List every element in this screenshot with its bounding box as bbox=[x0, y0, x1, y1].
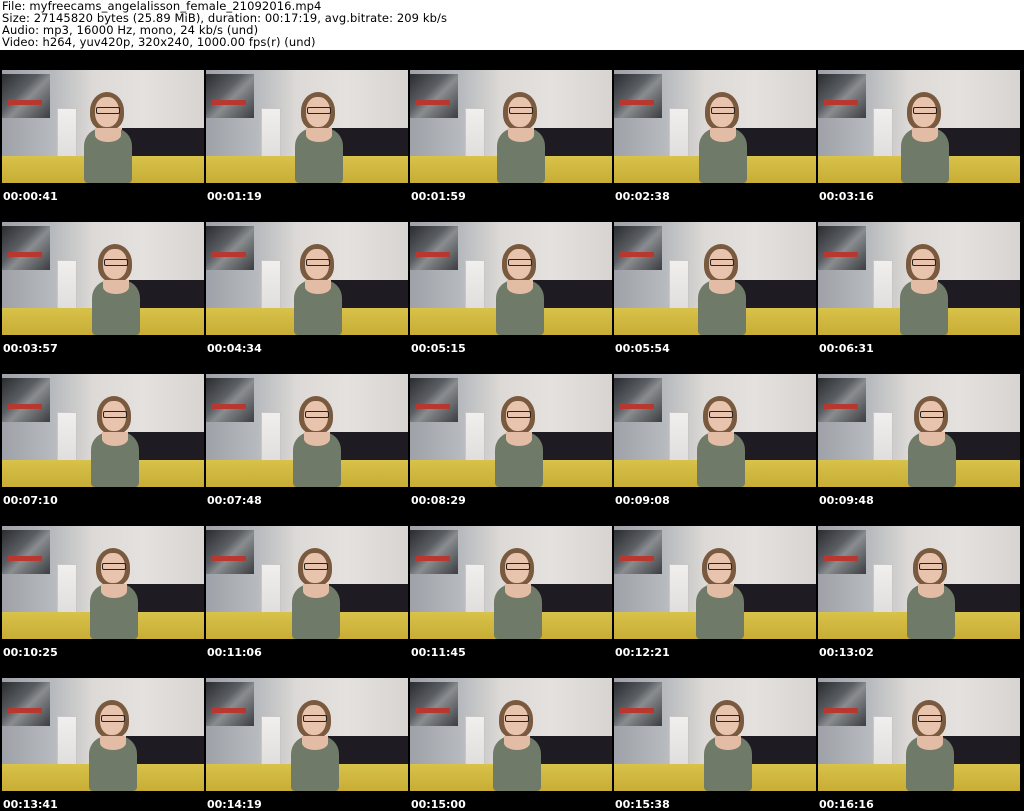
thumbnail-row: 00:10:25 00:11:06 00:11:45 00:12:21 00:13:02 bbox=[0, 506, 1024, 659]
thumbnail-cell[interactable]: 00:16:16 bbox=[816, 658, 1020, 811]
thumbnail-row: 00:07:10 00:07:48 00:08:29 00:09:08 00:09:48 bbox=[0, 354, 1024, 507]
thumbnail-cell[interactable]: 00:13:02 bbox=[816, 506, 1020, 659]
thumbnail-grid: 00:00:41 00:01:19 00:01:59 00:02:38 00:03:16… bbox=[0, 50, 1024, 811]
thumbnail-cell[interactable]: 00:01:59 bbox=[408, 50, 612, 203]
video-frame-thumbnail bbox=[410, 222, 612, 335]
video-frame-thumbnail bbox=[818, 526, 1020, 639]
thumbnail-cell[interactable]: 00:08:29 bbox=[408, 354, 612, 507]
thumbnail-cell[interactable]: 00:09:08 bbox=[612, 354, 816, 507]
thumbnail-timestamp: 00:13:41 bbox=[3, 798, 58, 811]
thumbnail-timestamp: 00:14:19 bbox=[207, 798, 262, 811]
video-frame-thumbnail bbox=[818, 374, 1020, 487]
thumbnail-row: 00:03:57 00:04:34 00:05:15 00:05:54 00:06:31 bbox=[0, 202, 1024, 355]
video-frame-thumbnail bbox=[614, 678, 816, 791]
video-frame-thumbnail bbox=[410, 70, 612, 183]
thumbnail-timestamp: 00:15:00 bbox=[411, 798, 466, 811]
video-frame-thumbnail bbox=[206, 678, 408, 791]
video-info-line: Video: h264, yuv420p, 320x240, 1000.00 f… bbox=[2, 35, 316, 49]
thumbnail-cell[interactable]: 00:01:19 bbox=[204, 50, 408, 203]
thumbnail-cell[interactable]: 00:03:57 bbox=[0, 202, 204, 355]
video-frame-thumbnail bbox=[410, 374, 612, 487]
video-frame-thumbnail bbox=[206, 222, 408, 335]
thumbnail-cell[interactable]: 00:11:45 bbox=[408, 506, 612, 659]
thumbnail-cell[interactable]: 00:04:34 bbox=[204, 202, 408, 355]
thumbnail-row: 00:00:41 00:01:19 00:01:59 00:02:38 00:03:16 bbox=[0, 50, 1024, 203]
thumbnail-cell[interactable]: 00:13:41 bbox=[0, 658, 204, 811]
video-frame-thumbnail bbox=[410, 526, 612, 639]
video-frame-thumbnail bbox=[614, 526, 816, 639]
thumbnail-cell[interactable]: 00:06:31 bbox=[816, 202, 1020, 355]
video-frame-thumbnail bbox=[614, 70, 816, 183]
thumbnail-cell[interactable]: 00:12:21 bbox=[612, 506, 816, 659]
thumbnail-cell[interactable]: 00:15:00 bbox=[408, 658, 612, 811]
video-frame-thumbnail bbox=[410, 678, 612, 791]
thumbnail-cell[interactable]: 00:14:19 bbox=[204, 658, 408, 811]
video-frame-thumbnail bbox=[206, 70, 408, 183]
video-frame-thumbnail bbox=[818, 678, 1020, 791]
video-frame-thumbnail bbox=[614, 222, 816, 335]
thumbnail-timestamp: 00:16:16 bbox=[819, 798, 874, 811]
thumbnail-cell[interactable]: 00:09:48 bbox=[816, 354, 1020, 507]
file-info-header: File: myfreecams_angelalisson_female_210… bbox=[2, 0, 1002, 48]
video-frame-thumbnail bbox=[818, 70, 1020, 183]
thumbnail-cell[interactable]: 00:05:15 bbox=[408, 202, 612, 355]
video-frame-thumbnail bbox=[2, 70, 204, 183]
thumbnail-cell[interactable]: 00:10:25 bbox=[0, 506, 204, 659]
video-frame-thumbnail bbox=[2, 526, 204, 639]
video-frame-thumbnail bbox=[206, 374, 408, 487]
video-frame-thumbnail bbox=[614, 374, 816, 487]
thumbnail-cell[interactable]: 00:00:41 bbox=[0, 50, 204, 203]
thumbnail-cell[interactable]: 00:03:16 bbox=[816, 50, 1020, 203]
thumbnail-row: 00:13:41 00:14:19 00:15:00 00:15:38 00:16:16 bbox=[0, 658, 1024, 811]
thumbnail-cell[interactable]: 00:15:38 bbox=[612, 658, 816, 811]
thumbnail-cell[interactable]: 00:11:06 bbox=[204, 506, 408, 659]
thumbnail-cell[interactable]: 00:07:48 bbox=[204, 354, 408, 507]
video-frame-thumbnail bbox=[206, 526, 408, 639]
video-frame-thumbnail bbox=[2, 374, 204, 487]
thumbnail-timestamp: 00:15:38 bbox=[615, 798, 670, 811]
video-frame-thumbnail bbox=[2, 678, 204, 791]
video-frame-thumbnail bbox=[2, 222, 204, 335]
thumbnail-cell[interactable]: 00:07:10 bbox=[0, 354, 204, 507]
thumbnail-cell[interactable]: 00:05:54 bbox=[612, 202, 816, 355]
thumbnail-cell[interactable]: 00:02:38 bbox=[612, 50, 816, 203]
video-frame-thumbnail bbox=[818, 222, 1020, 335]
